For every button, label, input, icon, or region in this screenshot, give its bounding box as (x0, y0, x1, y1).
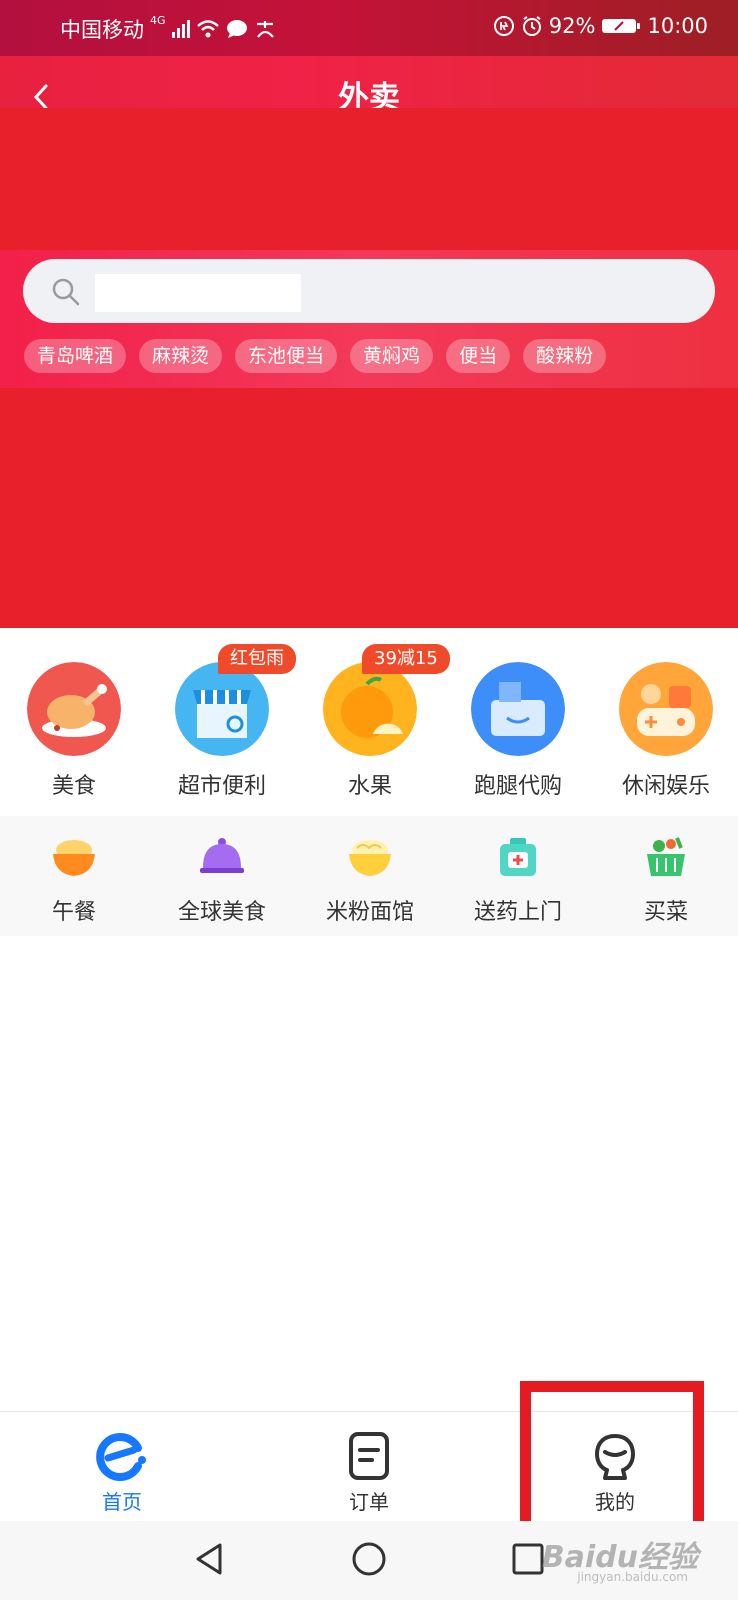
subcategory-label: 全球美食 (177, 900, 266, 925)
hot-search-tags: 青岛啤酒 麻辣烫 东池便当 黄焖鸡 便当 酸辣粉 (24, 339, 607, 373)
profile-face-icon (595, 1434, 635, 1480)
main-category-grid: 美食 红包雨 超市便利 39减15 水果 跑腿代购 休闲娱乐 (0, 628, 738, 816)
battery-percent: 92% (548, 14, 596, 38)
search-box[interactable] (23, 259, 715, 323)
category-label: 美食 (51, 774, 96, 799)
chat-bubble-icon (226, 20, 247, 38)
eleme-logo-icon (96, 1433, 146, 1481)
signal-icon (171, 20, 190, 38)
category-food[interactable]: 美食 (0, 628, 148, 816)
baidu-watermark-url: jingyan.baidu.com (577, 1570, 688, 1584)
status-bar: 中国移动 4G 92% 10:00 (0, 0, 738, 56)
promo-banner-redacted (0, 388, 738, 628)
subcategory-lunch[interactable]: 午餐 (0, 816, 148, 936)
tab-label: 首页 (102, 1490, 142, 1514)
tab-label: 我的 (595, 1490, 635, 1514)
category-label: 跑腿代购 (473, 774, 562, 799)
category-errand[interactable]: 跑腿代购 (444, 628, 592, 816)
order-note-icon (349, 1432, 389, 1480)
hot-tag[interactable]: 麻辣烫 (139, 339, 223, 373)
roast-chicken-icon (27, 662, 121, 756)
tab-orders[interactable]: 订单 (289, 1412, 449, 1522)
status-right: 92% 10:00 (493, 14, 708, 38)
tab-profile[interactable]: 我的 (535, 1412, 695, 1522)
category-label: 水果 (347, 774, 392, 799)
network-type: 4G (150, 14, 166, 27)
hot-tag[interactable]: 青岛啤酒 (24, 339, 127, 373)
subcategory-label: 午餐 (51, 900, 96, 925)
home-circle-icon[interactable] (349, 1539, 389, 1579)
clock: 10:00 (647, 14, 708, 38)
bottom-tab-bar: 首页 订单 我的 (0, 1411, 738, 1521)
delivery-box-icon (471, 662, 565, 756)
category-fruit[interactable]: 39减15 水果 (296, 628, 450, 816)
search-area: 青岛啤酒 麻辣烫 东池便当 黄焖鸡 便当 酸辣粉 (0, 250, 738, 388)
subcategory-global-food[interactable]: 全球美食 (148, 816, 296, 936)
category-label: 休闲娱乐 (621, 774, 710, 799)
subcategory-label: 米粉面馆 (325, 900, 414, 925)
tab-label: 订单 (349, 1490, 389, 1514)
promo-badge: 红包雨 (218, 644, 296, 674)
hot-tag[interactable]: 酸辣粉 (523, 339, 607, 373)
game-controller-icon (619, 662, 713, 756)
vegetable-basket-icon (647, 837, 685, 876)
status-left: 中国移动 4G (60, 14, 276, 44)
battery-icon (602, 19, 641, 33)
subcategory-label: 买菜 (643, 900, 688, 925)
data-saver-icon (493, 16, 514, 36)
medicine-kit-icon (500, 838, 536, 876)
app-header: 外卖 (0, 56, 738, 116)
store-icon (175, 662, 269, 756)
noodle-bowl-icon (349, 840, 391, 876)
search-input[interactable] (95, 274, 301, 312)
food-cloche-icon (200, 838, 244, 873)
hot-tag[interactable]: 黄焖鸡 (350, 339, 434, 373)
promo-badge: 39减15 (362, 644, 450, 674)
tab-home[interactable]: 首页 (42, 1412, 202, 1522)
banner-redacted (0, 108, 738, 250)
wifi-icon (196, 20, 219, 38)
carrier-name: 中国移动 (60, 18, 144, 42)
orange-icon (323, 662, 417, 756)
subcategory-medicine[interactable]: 送药上门 (444, 816, 592, 936)
back-triangle-icon[interactable] (190, 1539, 230, 1579)
subcategory-groceries[interactable]: 买菜 (592, 816, 738, 936)
category-leisure[interactable]: 休闲娱乐 (592, 628, 738, 816)
category-label: 超市便利 (177, 774, 266, 799)
subcategory-label: 送药上门 (473, 900, 562, 925)
category-supermarket[interactable]: 红包雨 超市便利 (148, 628, 296, 816)
hot-tag[interactable]: 东池便当 (235, 339, 338, 373)
alarm-icon (522, 16, 541, 36)
rice-bowl-icon (53, 840, 95, 876)
subcategory-noodles[interactable]: 米粉面馆 (296, 816, 444, 936)
hot-tag[interactable]: 便当 (446, 339, 511, 373)
alipay-icon (256, 21, 274, 38)
sub-category-row: 午餐 全球美食 米粉面馆 送药上门 买菜 (0, 816, 738, 936)
search-icon (52, 278, 80, 306)
